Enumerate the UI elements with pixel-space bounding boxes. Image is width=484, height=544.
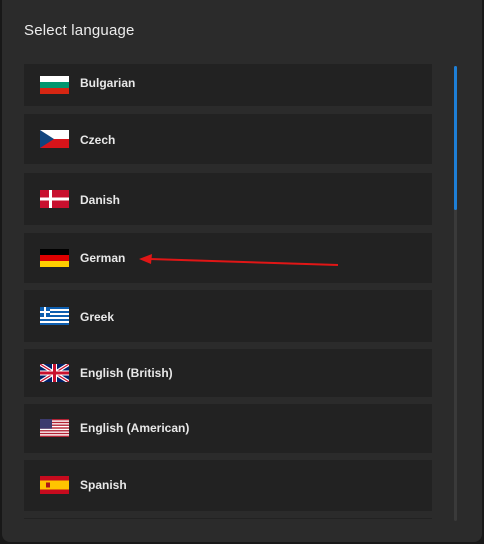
scrollbar-thumb[interactable]	[454, 66, 457, 210]
language-label: Bulgarian	[80, 76, 136, 90]
language-label: Danish	[80, 193, 121, 207]
language-label: Spanish	[80, 478, 127, 492]
language-item-greek[interactable]: Greek	[24, 290, 432, 342]
language-list: Bulgarian Czech Danish German Greek Engl…	[24, 64, 432, 519]
spain-flag-icon	[40, 476, 69, 494]
denmark-flag-icon	[40, 190, 69, 208]
language-item-spanish[interactable]: Spanish	[24, 460, 432, 511]
list-scrollbar[interactable]	[454, 66, 457, 521]
language-dialog: Select language Bulgarian Czech Danish G…	[2, 0, 482, 542]
language-item-czech[interactable]: Czech	[24, 114, 432, 164]
language-label: Greek	[80, 310, 115, 324]
language-item-danish[interactable]: Danish	[24, 173, 432, 225]
language-item-german[interactable]: German	[24, 233, 432, 283]
language-item-english-american[interactable]: English (American)	[24, 404, 432, 453]
language-label: Czech	[80, 133, 116, 147]
us-flag-icon	[40, 419, 69, 437]
language-item-next[interactable]	[24, 518, 432, 519]
czech-flag-icon	[40, 130, 69, 148]
bulgaria-flag-icon	[40, 76, 69, 94]
language-item-bulgarian[interactable]: Bulgarian	[24, 64, 432, 106]
language-label: German	[80, 251, 126, 265]
language-label: English (British)	[80, 366, 173, 380]
greece-flag-icon	[40, 307, 69, 325]
germany-flag-icon	[40, 249, 69, 267]
language-label: English (American)	[80, 421, 190, 435]
dialog-title: Select language	[24, 22, 135, 39]
uk-flag-icon	[40, 364, 69, 382]
language-item-english-british[interactable]: English (British)	[24, 349, 432, 397]
